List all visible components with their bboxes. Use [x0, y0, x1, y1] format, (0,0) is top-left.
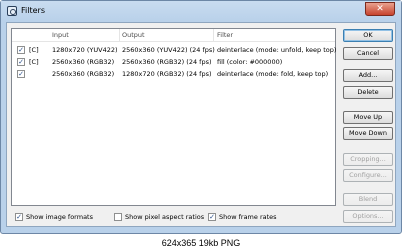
- move-up-button[interactable]: Move Up: [343, 111, 393, 124]
- column-divider[interactable]: [119, 29, 120, 42]
- row-filter: deinterlace (mode: fold, keep top): [217, 70, 329, 78]
- row-enable-checkbox[interactable]: ✓: [17, 70, 25, 78]
- column-header-filter[interactable]: Filter: [217, 31, 233, 41]
- row-input: 2560x360 (RGB32): [52, 58, 115, 66]
- options-button[interactable]: Options...: [343, 210, 393, 223]
- row-enable-checkbox[interactable]: ✓: [17, 46, 25, 54]
- table-row[interactable]: ✓ [C] 1280x720 (YUV422) 2560x360 (YUV422…: [12, 45, 337, 56]
- row-filter: fill (color: #000000): [217, 58, 283, 66]
- row-tag: [C]: [29, 46, 39, 54]
- image-caption: 624x365 19kb PNG: [161, 238, 241, 248]
- row-filter: deinterlace (mode: unfold, keep top): [217, 46, 337, 54]
- column-divider[interactable]: [213, 29, 214, 42]
- show-pixel-aspect-ratios-checkbox[interactable]: [114, 213, 122, 221]
- configure-button[interactable]: Configure...: [343, 169, 393, 182]
- show-image-formats-checkbox[interactable]: ✓: [15, 213, 23, 221]
- add-button[interactable]: Add...: [343, 69, 393, 82]
- show-frame-rates-checkbox[interactable]: ✓: [208, 213, 216, 221]
- title-bar[interactable]: Filters ✕: [1, 1, 401, 21]
- filters-window: Filters ✕ Input Output Filter ✓ [C] 1280…: [0, 0, 402, 234]
- column-header-output[interactable]: Output: [122, 31, 145, 41]
- show-frame-rates-label[interactable]: Show frame rates: [219, 213, 277, 221]
- window-title: Filters: [21, 6, 45, 15]
- show-pixel-aspect-ratios-label[interactable]: Show pixel aspect ratios: [125, 213, 204, 221]
- filters-app-icon[interactable]: [7, 6, 17, 16]
- move-down-button[interactable]: Move Down: [343, 127, 393, 140]
- cancel-button[interactable]: Cancel: [343, 47, 393, 60]
- ok-button[interactable]: OK: [343, 29, 393, 42]
- list-header: Input Output Filter: [12, 29, 335, 42]
- row-input: 2560x360 (RGB32): [52, 70, 115, 78]
- row-output: 2560x360 (YUV422) (24 fps): [122, 46, 215, 54]
- delete-button[interactable]: Delete: [343, 86, 393, 99]
- row-output: 1280x720 (RGB32) (24 fps): [122, 70, 212, 78]
- close-icon: ✕: [376, 4, 384, 14]
- column-header-input[interactable]: Input: [52, 31, 69, 41]
- filter-list[interactable]: Input Output Filter ✓ [C] 1280x720 (YUV4…: [11, 28, 336, 206]
- row-tag: [C]: [29, 58, 39, 66]
- close-button[interactable]: ✕: [365, 2, 395, 16]
- show-image-formats-label[interactable]: Show image formats: [26, 213, 93, 221]
- table-row[interactable]: ✓ [C] 2560x360 (RGB32) 2560x360 (RGB32) …: [12, 57, 335, 68]
- row-output: 2560x360 (RGB32) (24 fps): [122, 58, 212, 66]
- row-input: 1280x720 (YUV422): [52, 46, 118, 54]
- row-enable-checkbox[interactable]: ✓: [17, 58, 25, 66]
- cropping-button[interactable]: Cropping...: [343, 153, 393, 166]
- blend-button[interactable]: Blend: [343, 193, 393, 206]
- dialog-body: Input Output Filter ✓ [C] 1280x720 (YUV4…: [6, 22, 396, 227]
- table-row[interactable]: ✓ 2560x360 (RGB32) 1280x720 (RGB32) (24 …: [12, 69, 335, 80]
